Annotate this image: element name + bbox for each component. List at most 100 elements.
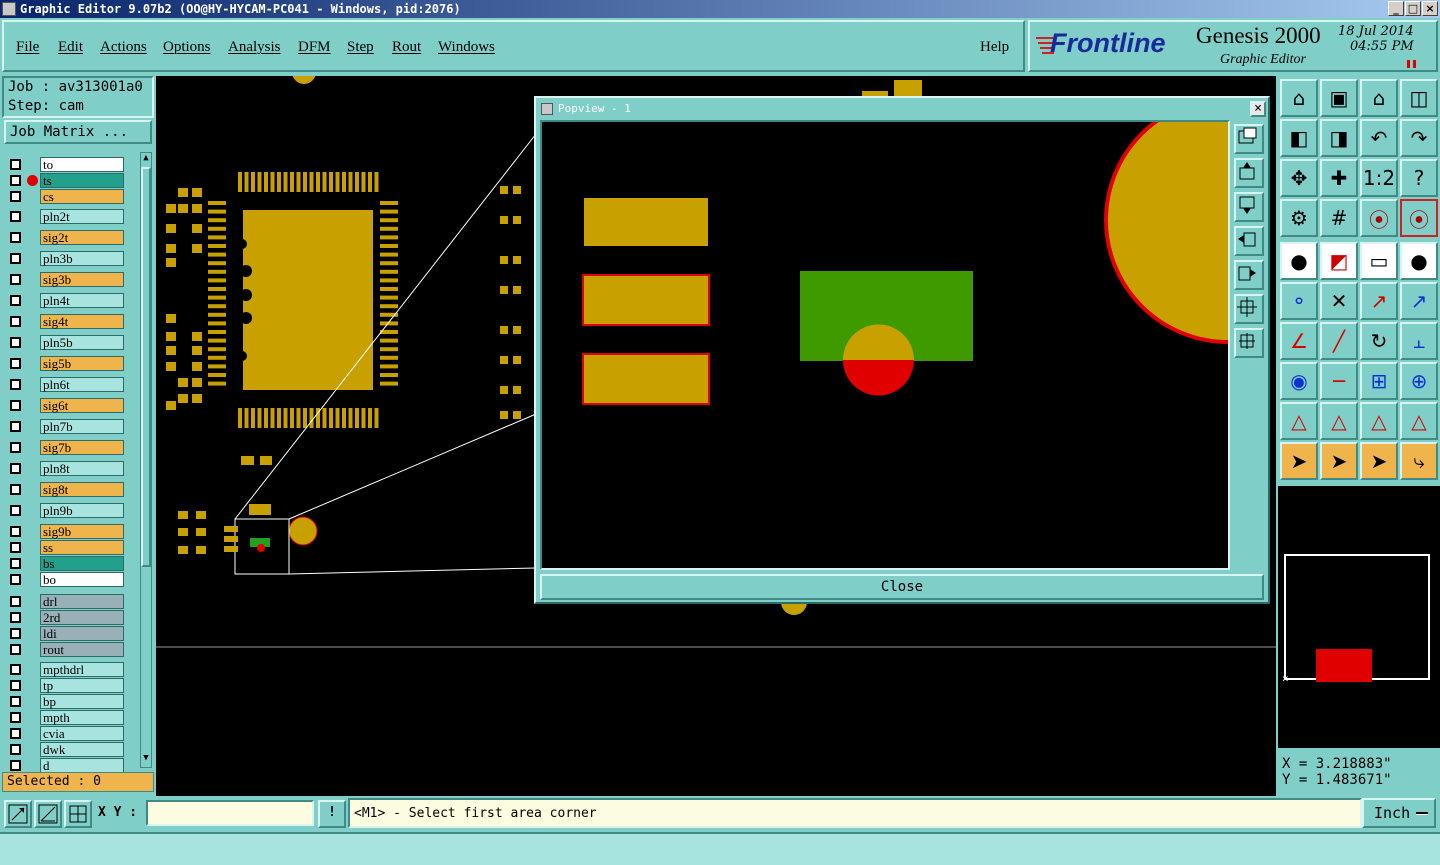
layer-checkbox[interactable] (10, 232, 21, 243)
close-window-button[interactable]: × (1422, 1, 1438, 16)
layer-row-ts[interactable]: ts (4, 173, 128, 188)
layer-row-dwk[interactable]: dwk (4, 742, 128, 757)
menu-dfm[interactable]: DFM (298, 39, 331, 56)
triangle-outline-icon[interactable]: △ (1280, 402, 1318, 440)
layer-name[interactable]: pln2t (40, 209, 124, 224)
layer-checkbox[interactable] (10, 295, 21, 306)
layer-row-ss[interactable]: ss (4, 540, 128, 555)
layer-colors-icon[interactable]: ⦿ (1360, 199, 1398, 237)
select-feature-icon[interactable]: ● (1280, 242, 1318, 280)
layer-name[interactable]: pln9b (40, 503, 124, 518)
layer-checkbox[interactable] (10, 644, 21, 655)
arc-icon[interactable]: ↻ (1360, 322, 1398, 360)
popview-pan-up-button[interactable] (1234, 158, 1264, 188)
layer-checkbox[interactable] (10, 211, 21, 222)
pointer-area-icon[interactable]: ➤ (1360, 442, 1398, 480)
layer-scrollbar[interactable]: ▲ ▼ (140, 152, 152, 768)
layer-checkbox[interactable] (10, 159, 21, 170)
layer-checkbox[interactable] (10, 253, 21, 264)
layer-name[interactable]: bs (40, 556, 124, 571)
layer-name[interactable]: 2rd (40, 610, 124, 625)
resize-tool-button[interactable] (4, 800, 32, 828)
line-break-icon[interactable]: ─ (1320, 362, 1358, 400)
overview-map[interactable]: × (1278, 486, 1440, 748)
layer-checkbox[interactable] (10, 442, 21, 453)
menu-options[interactable]: Options (163, 39, 211, 56)
route-icon[interactable]: ⤷ (1400, 442, 1438, 480)
layer-checkbox[interactable] (10, 596, 21, 607)
layer-row-bs[interactable]: bs (4, 556, 128, 571)
layer-name[interactable]: sig4t (40, 314, 124, 329)
layer-checkbox[interactable] (10, 358, 21, 369)
arrow-up-icon[interactable]: △ (1320, 402, 1358, 440)
layer-row-mpthdrl[interactable]: mpthdrl (4, 662, 128, 677)
ruler-icon[interactable]: ▭ (1360, 242, 1398, 280)
layer-checkbox[interactable] (10, 484, 21, 495)
move-point-icon[interactable]: ↗ (1360, 282, 1398, 320)
layer-row-mpth[interactable]: mpth (4, 710, 128, 725)
layer-row-d[interactable]: d (4, 758, 128, 773)
layer-row-bo[interactable]: bo (4, 572, 128, 587)
layer-checkbox[interactable] (10, 505, 21, 516)
center-icon[interactable]: ✚ (1320, 159, 1358, 197)
popview-pan-left-button[interactable] (1234, 226, 1264, 256)
layer-row-tp[interactable]: tp (4, 678, 128, 693)
layer-row-pln7b[interactable]: pln7b (4, 419, 128, 434)
popview-close-icon[interactable]: × (1250, 101, 1266, 117)
xy-input[interactable] (146, 800, 314, 826)
scroll-up-arrow-icon[interactable]: ▲ (142, 153, 150, 165)
layer-name[interactable]: ldi (40, 626, 124, 641)
net-connect-icon[interactable]: ⚬ (1280, 282, 1318, 320)
layer-checkbox[interactable] (10, 728, 21, 739)
layer-name[interactable]: sig5b (40, 356, 124, 371)
layer-name[interactable]: pln6t (40, 377, 124, 392)
minimize-button[interactable]: _ (1388, 1, 1404, 16)
menu-windows[interactable]: Windows (438, 39, 495, 56)
measure-line-icon[interactable]: ◩ (1320, 242, 1358, 280)
layer-row-sig9b[interactable]: sig9b (4, 524, 128, 539)
layer-name[interactable]: bp (40, 694, 124, 709)
snap-settings-icon[interactable]: ⚙ (1280, 199, 1318, 237)
layer-row-sig4t[interactable]: sig4t (4, 314, 128, 329)
layer-checkbox[interactable] (10, 664, 21, 675)
grid-snap-button[interactable] (64, 800, 92, 828)
layer-checkbox[interactable] (10, 612, 21, 623)
arrow-double-icon[interactable]: △ (1360, 402, 1398, 440)
layer-name[interactable]: cvia (40, 726, 124, 741)
popview-zoom-out-button[interactable] (1234, 328, 1264, 358)
layer-row-cs[interactable]: cs (4, 189, 128, 204)
layer-name[interactable]: drl (40, 594, 124, 609)
layer-row-to[interactable]: to (4, 157, 128, 172)
scale-one-to-one-icon[interactable]: 1:2 (1360, 159, 1398, 197)
layer-checkbox[interactable] (10, 526, 21, 537)
layer-checkbox[interactable] (10, 542, 21, 553)
layer-name[interactable]: cs (40, 189, 124, 204)
layer-row-sig6t[interactable]: sig6t (4, 398, 128, 413)
arrow-split-icon[interactable]: △ (1400, 402, 1438, 440)
layer-checkbox[interactable] (10, 274, 21, 285)
pointer-icon[interactable]: ➤ (1280, 442, 1318, 480)
job-matrix-button[interactable]: Job Matrix ... (4, 120, 152, 144)
popview-close-button[interactable]: Close (540, 574, 1264, 600)
layer-name[interactable]: ss (40, 540, 124, 555)
layer-checkbox[interactable] (10, 191, 21, 202)
grid-icon[interactable]: # (1320, 199, 1358, 237)
layer-row-sig3b[interactable]: sig3b (4, 272, 128, 287)
layer-name[interactable]: tp (40, 678, 124, 693)
layer-name[interactable]: pln8t (40, 461, 124, 476)
pan-left-icon[interactable]: ◧ (1280, 119, 1318, 157)
popview-pan-down-button[interactable] (1234, 192, 1264, 222)
layer-row-cvia[interactable]: cvia (4, 726, 128, 741)
layer-name[interactable]: pln4t (40, 293, 124, 308)
layer-row-2rd[interactable]: 2rd (4, 610, 128, 625)
layer-row-pln3b[interactable]: pln3b (4, 251, 128, 266)
layer-checkbox[interactable] (10, 316, 21, 327)
layer-checkbox[interactable] (10, 680, 21, 691)
layer-checkbox[interactable] (10, 558, 21, 569)
layer-checkbox[interactable] (10, 712, 21, 723)
popview-zoom-in-button[interactable] (1234, 294, 1264, 324)
copy-feature-icon[interactable]: ⊕ (1400, 362, 1438, 400)
popview-zoom-fit-button[interactable] (1234, 124, 1264, 154)
layer-row-pln9b[interactable]: pln9b (4, 503, 128, 518)
menu-step[interactable]: Step (347, 39, 374, 56)
